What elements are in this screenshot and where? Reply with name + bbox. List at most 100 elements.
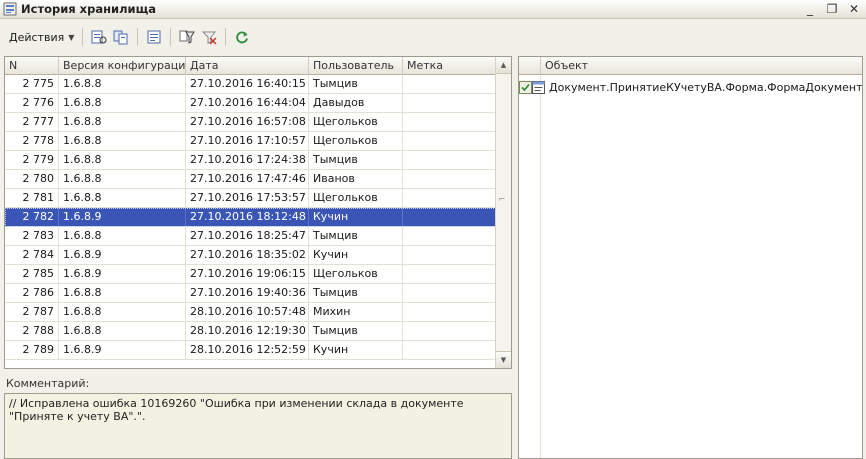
cell-tag [403, 284, 496, 302]
changed-marker-icon [519, 80, 532, 94]
filter-icon[interactable] [178, 28, 196, 46]
cell-version: 1.6.8.8 [59, 322, 186, 340]
table-row[interactable]: 2 788 1.6.8.8 28.10.2016 12:19:30 Тымцив [5, 322, 496, 341]
cell-user: Щегольков [309, 132, 403, 150]
cell-user: Щегольков [309, 113, 403, 131]
cell-tag [403, 113, 496, 131]
cell-tag [403, 341, 496, 359]
view-version-icon[interactable] [90, 28, 108, 46]
column-header-tag[interactable]: Метка [403, 57, 496, 75]
comment-field[interactable]: // Исправлена ошибка 10169260 "Ошибка пр… [4, 393, 512, 459]
cell-version: 1.6.8.9 [59, 265, 186, 283]
toolbar-separator [225, 28, 227, 46]
cell-version: 1.6.8.8 [59, 113, 186, 131]
cell-user: Иванов [309, 170, 403, 188]
cell-tag [403, 208, 496, 226]
toolbar: Действия ▼ [0, 20, 866, 54]
cell-tag [403, 189, 496, 207]
cell-date: 28.10.2016 12:19:30 [186, 322, 309, 340]
compare-icon[interactable] [112, 28, 130, 46]
vertical-scrollbar[interactable]: ▲ ⌐ ▼ [495, 57, 511, 368]
toolbar-separator [82, 28, 84, 46]
cell-user: Михин [309, 303, 403, 321]
cell-n: 2 781 [5, 189, 59, 207]
column-header-object[interactable]: Объект [541, 57, 588, 74]
cell-version: 1.6.8.8 [59, 151, 186, 169]
cell-n: 2 777 [5, 113, 59, 131]
cell-n: 2 789 [5, 341, 59, 359]
actions-menu-button[interactable]: Действия ▼ [6, 26, 77, 48]
table-row[interactable]: 2 779 1.6.8.8 27.10.2016 17:24:38 Тымцив [5, 151, 496, 170]
table-row[interactable]: 2 786 1.6.8.8 27.10.2016 19:40:36 Тымцив [5, 284, 496, 303]
cell-tag [403, 151, 496, 169]
cell-user: Кучин [309, 341, 403, 359]
cell-version: 1.6.8.8 [59, 227, 186, 245]
cell-tag [403, 170, 496, 188]
column-header-user[interactable]: Пользователь [309, 57, 403, 75]
cell-date: 27.10.2016 16:57:08 [186, 113, 309, 131]
scroll-grip-icon[interactable]: ⌐ [498, 195, 506, 205]
table-row[interactable]: 2 777 1.6.8.8 27.10.2016 16:57:08 Щегольков [5, 113, 496, 132]
scroll-up-icon[interactable]: ▲ [496, 57, 511, 74]
form-icon [532, 80, 545, 94]
history-table[interactable]: N Версия конфигурации Дата Пользователь … [4, 56, 512, 369]
cell-date: 27.10.2016 18:35:02 [186, 246, 309, 264]
table-row[interactable]: 2 780 1.6.8.8 27.10.2016 17:47:46 Иванов [5, 170, 496, 189]
cell-date: 27.10.2016 17:53:57 [186, 189, 309, 207]
table-row[interactable]: 2 784 1.6.8.9 27.10.2016 18:35:02 Кучин [5, 246, 496, 265]
objects-mark-column-body [519, 76, 541, 458]
clear-filter-icon[interactable] [200, 28, 218, 46]
cell-tag [403, 265, 496, 283]
column-header-n[interactable]: N [5, 57, 59, 75]
cell-n: 2 782 [5, 208, 59, 226]
cell-n: 2 787 [5, 303, 59, 321]
table-row[interactable]: 2 776 1.6.8.8 27.10.2016 16:44:04 Давыдов [5, 94, 496, 113]
cell-user: Тымцив [309, 284, 403, 302]
objects-table[interactable]: Объект Документ.ПринятиеКУчетуВА.Форма.Ф… [518, 56, 863, 459]
table-row[interactable]: 2 783 1.6.8.8 27.10.2016 18:25:47 Тымцив [5, 227, 496, 246]
cell-date: 27.10.2016 17:10:57 [186, 132, 309, 150]
table-row[interactable]: 2 785 1.6.8.9 27.10.2016 19:06:15 Щегольков [5, 265, 496, 284]
cell-version: 1.6.8.8 [59, 284, 186, 302]
cell-tag [403, 246, 496, 264]
comment-label: Комментарий: [6, 377, 90, 390]
cell-tag [403, 94, 496, 112]
cell-n: 2 775 [5, 75, 59, 93]
cell-n: 2 776 [5, 94, 59, 112]
restore-icon[interactable]: ❐ [824, 1, 840, 17]
storage-history-icon [3, 2, 17, 16]
cell-date: 27.10.2016 16:40:15 [186, 75, 309, 93]
cell-date: 27.10.2016 18:12:48 [186, 208, 309, 226]
chevron-down-icon: ▼ [68, 32, 75, 42]
refresh-icon[interactable] [233, 28, 251, 46]
table-row[interactable]: 2 775 1.6.8.8 27.10.2016 16:40:15 Тымцив [5, 75, 496, 94]
cell-date: 27.10.2016 18:25:47 [186, 227, 309, 245]
table-row[interactable]: 2 789 1.6.8.9 28.10.2016 12:52:59 Кучин [5, 341, 496, 360]
table-body: 2 775 1.6.8.8 27.10.2016 16:40:15 Тымцив 2 7… [5, 75, 496, 360]
column-header-version[interactable]: Версия конфигурации [59, 57, 186, 75]
report-icon[interactable] [145, 28, 163, 46]
table-row[interactable]: 2 781 1.6.8.8 27.10.2016 17:53:57 Щегольков [5, 189, 496, 208]
scroll-down-icon[interactable]: ▼ [496, 351, 511, 368]
table-row[interactable]: 2 787 1.6.8.8 28.10.2016 10:57:48 Михин [5, 303, 496, 322]
cell-version: 1.6.8.8 [59, 170, 186, 188]
list-item[interactable]: Документ.ПринятиеКУчетуВА.Форма.ФормаДок… [519, 78, 862, 96]
cell-user: Щегольков [309, 189, 403, 207]
cell-n: 2 778 [5, 132, 59, 150]
cell-version: 1.6.8.9 [59, 208, 186, 226]
table-row[interactable]: 2 778 1.6.8.8 27.10.2016 17:10:57 Щегольков [5, 132, 496, 151]
table-row[interactable]: 2 782 1.6.8.9 27.10.2016 18:12:48 Кучин [5, 208, 496, 227]
cell-user: Давыдов [309, 94, 403, 112]
cell-date: 27.10.2016 17:24:38 [186, 151, 309, 169]
window-title: История хранилища [21, 2, 157, 16]
cell-n: 2 788 [5, 322, 59, 340]
cell-date: 27.10.2016 19:40:36 [186, 284, 309, 302]
column-header-date[interactable]: Дата [186, 57, 309, 75]
close-icon[interactable]: ✕ [846, 1, 862, 17]
cell-tag [403, 75, 496, 93]
object-name: Документ.ПринятиеКУчетуВА.Форма.ФормаДок… [549, 80, 863, 94]
minimize-icon[interactable]: _ [802, 1, 818, 17]
cell-user: Тымцив [309, 227, 403, 245]
cell-n: 2 784 [5, 246, 59, 264]
cell-tag [403, 322, 496, 340]
